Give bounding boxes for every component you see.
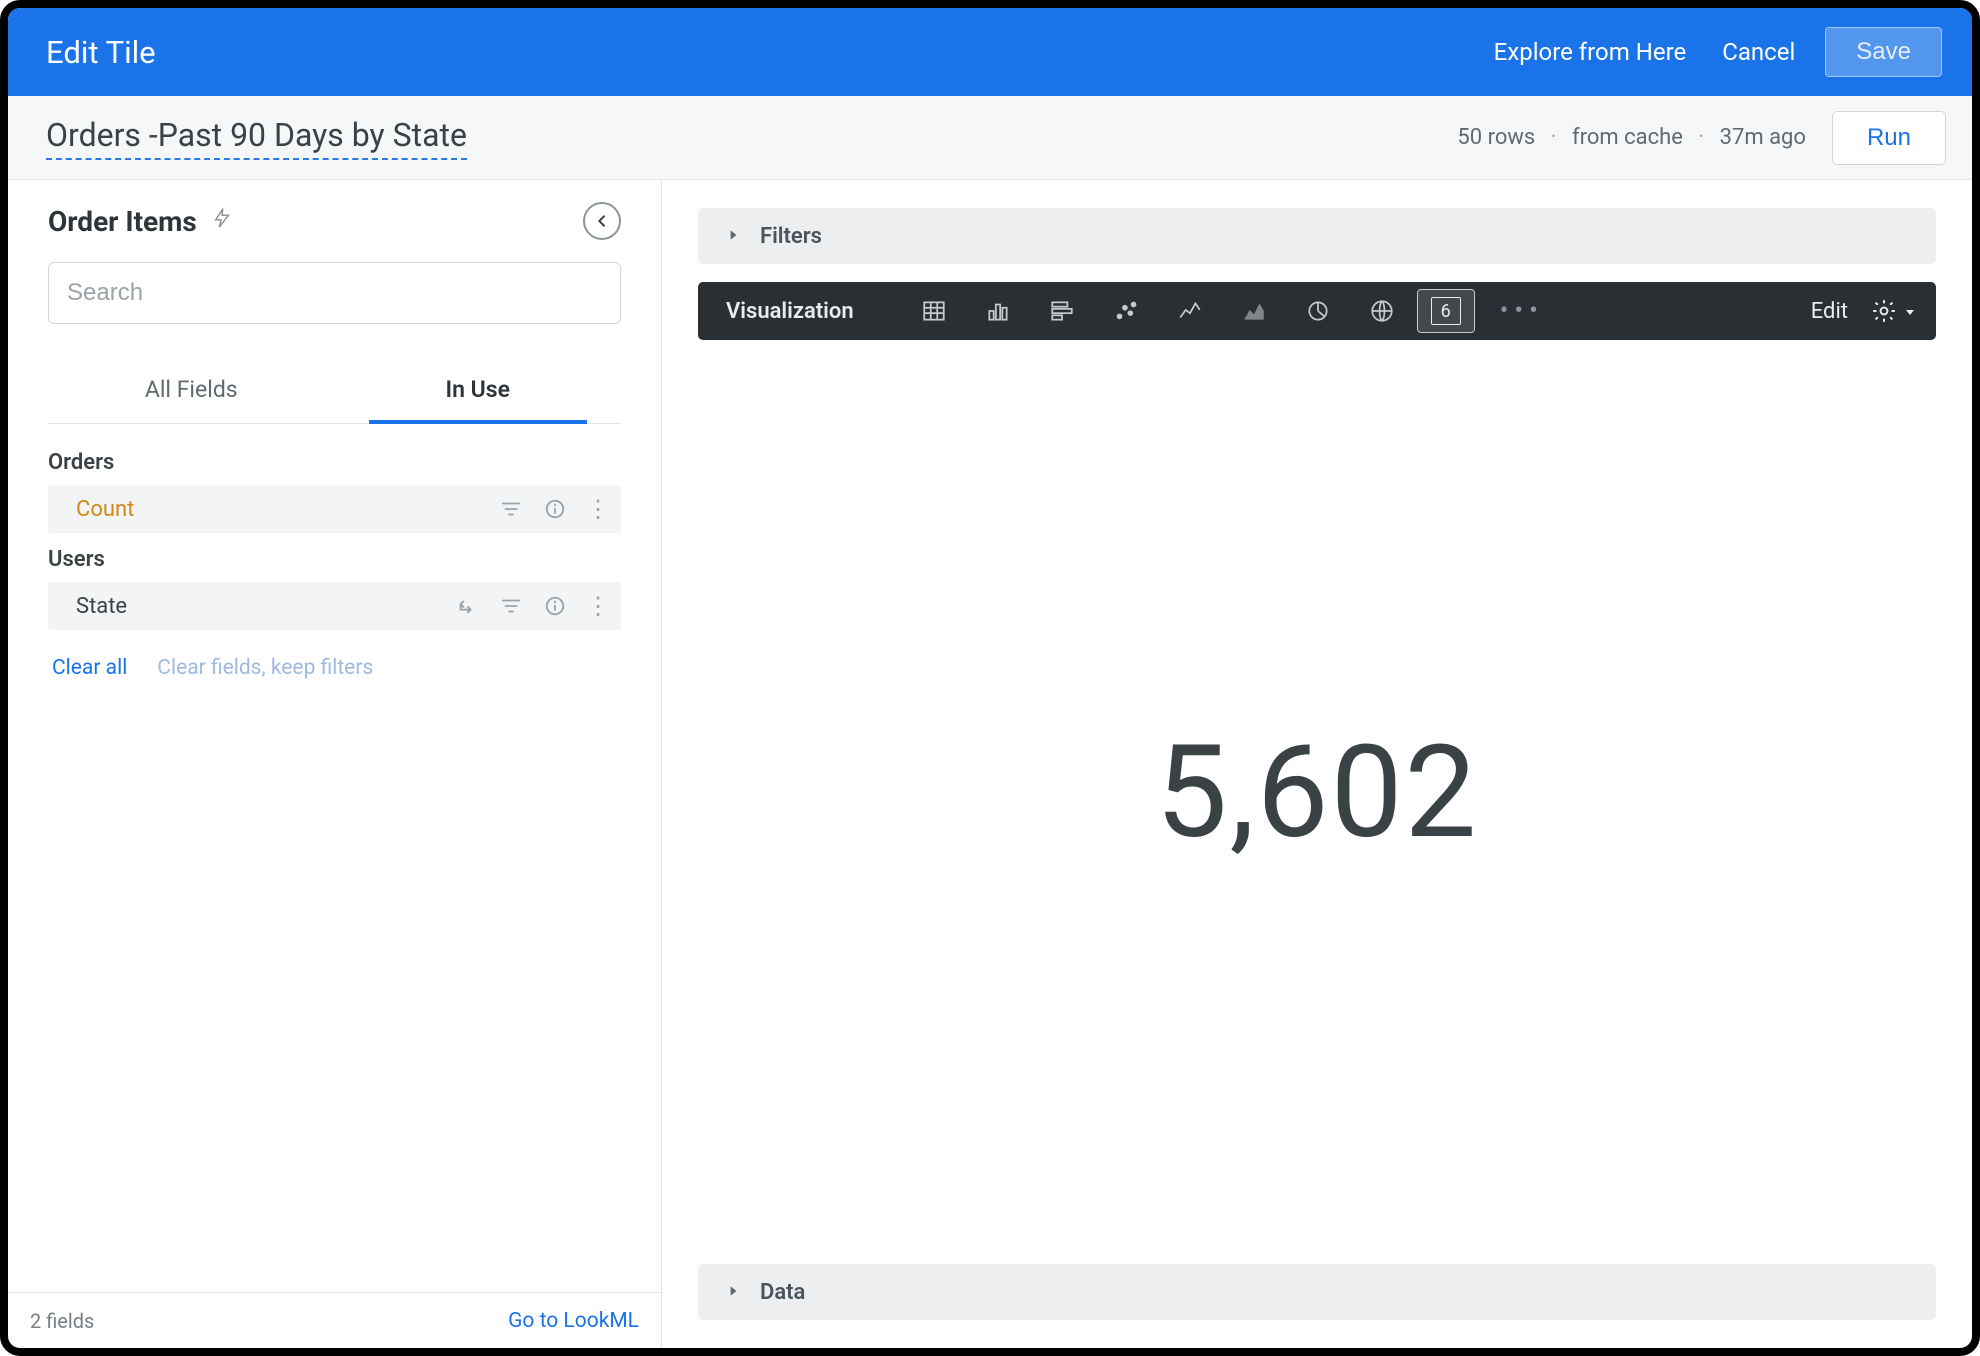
save-button[interactable]: Save	[1825, 27, 1942, 77]
tab-all-fields[interactable]: All Fields	[48, 360, 335, 423]
kebab-icon[interactable]: ⋮	[586, 594, 611, 618]
main-area: Order Items All Fields In Use Orders	[8, 180, 1972, 1348]
filters-panel: Filters	[698, 208, 1936, 264]
sidebar-footer: 2 fields Go to LookML	[8, 1292, 661, 1348]
filters-label: Filters	[760, 224, 822, 249]
lightning-icon	[211, 207, 233, 235]
sub-bar: Orders -Past 90 Days by State 50 rows · …	[8, 96, 1972, 180]
filter-icon[interactable]	[498, 496, 524, 522]
caret-right-icon	[726, 228, 742, 244]
search-input[interactable]	[48, 262, 621, 324]
cache-status: from cache	[1572, 125, 1683, 150]
collapse-sidebar-button[interactable]	[583, 202, 621, 240]
clear-actions: Clear all Clear fields, keep filters	[48, 656, 621, 680]
explore-name: Order Items	[48, 205, 197, 238]
field-row[interactable]: Count ⋮	[48, 485, 621, 533]
caret-right-icon	[726, 1284, 742, 1300]
query-meta: 50 rows · from cache · 37m ago	[1457, 125, 1806, 150]
app-frame: Edit Tile Explore from Here Cancel Save …	[0, 0, 1980, 1356]
tab-in-use[interactable]: In Use	[335, 360, 622, 423]
viz-edit-link[interactable]: Edit	[1811, 299, 1848, 324]
visualization-body: 5,602	[698, 340, 1936, 1246]
kebab-icon[interactable]: ⋮	[586, 497, 611, 521]
data-panel-header[interactable]: Data	[698, 1264, 1936, 1320]
tile-title-input[interactable]: Orders -Past 90 Days by State	[46, 116, 467, 160]
field-row[interactable]: State ⋮	[48, 582, 621, 630]
modal-title: Edit Tile	[46, 34, 156, 71]
more-viz-icon[interactable]: •••	[1500, 296, 1544, 326]
single-value-display: 5,602	[1156, 718, 1479, 868]
line-chart-icon[interactable]	[1162, 290, 1218, 332]
field-picker-sidebar: Order Items All Fields In Use Orders	[8, 180, 662, 1348]
cancel-link[interactable]: Cancel	[1722, 38, 1795, 66]
column-chart-icon[interactable]	[970, 290, 1026, 332]
filter-icon[interactable]	[498, 593, 524, 619]
clear-all-link[interactable]: Clear all	[52, 656, 127, 680]
row-count: 50 rows	[1457, 125, 1535, 150]
visualization-panel-header[interactable]: Visualization	[698, 282, 1936, 340]
content-area: Filters Visualization	[662, 180, 1972, 1348]
time-ago: 37m ago	[1720, 125, 1806, 150]
single-value-icon[interactable]: 6	[1418, 290, 1474, 332]
field-name: State	[76, 594, 127, 619]
go-to-lookml-link[interactable]: Go to LookML	[508, 1309, 639, 1333]
visualization-label: Visualization	[726, 299, 854, 324]
info-icon[interactable]	[542, 496, 568, 522]
group-label: Orders	[48, 450, 621, 475]
viz-type-switcher: 6 •••	[902, 290, 1544, 332]
group-label: Users	[48, 547, 621, 572]
field-count: 2 fields	[30, 1309, 94, 1333]
top-bar: Edit Tile Explore from Here Cancel Save	[8, 8, 1972, 96]
caret-down-icon	[1904, 299, 1916, 324]
pivot-icon[interactable]	[454, 593, 480, 619]
table-icon[interactable]	[906, 290, 962, 332]
area-chart-icon[interactable]	[1226, 290, 1282, 332]
map-chart-icon[interactable]	[1354, 290, 1410, 332]
data-panel: Data	[698, 1264, 1936, 1320]
pie-chart-icon[interactable]	[1290, 290, 1346, 332]
run-button[interactable]: Run	[1832, 111, 1946, 165]
scatter-chart-icon[interactable]	[1098, 290, 1154, 332]
clear-fields-keep-filters-link[interactable]: Clear fields, keep filters	[157, 656, 373, 680]
field-tabs: All Fields In Use	[48, 360, 621, 424]
sidebar-header: Order Items	[48, 202, 621, 240]
gear-icon[interactable]	[1870, 297, 1898, 325]
filters-panel-header[interactable]: Filters	[698, 208, 1936, 264]
single-value-glyph: 6	[1431, 297, 1461, 325]
data-label: Data	[760, 1280, 805, 1305]
explore-from-here-link[interactable]: Explore from Here	[1494, 38, 1687, 66]
field-name: Count	[76, 497, 134, 522]
info-icon[interactable]	[542, 593, 568, 619]
bar-chart-icon[interactable]	[1034, 290, 1090, 332]
